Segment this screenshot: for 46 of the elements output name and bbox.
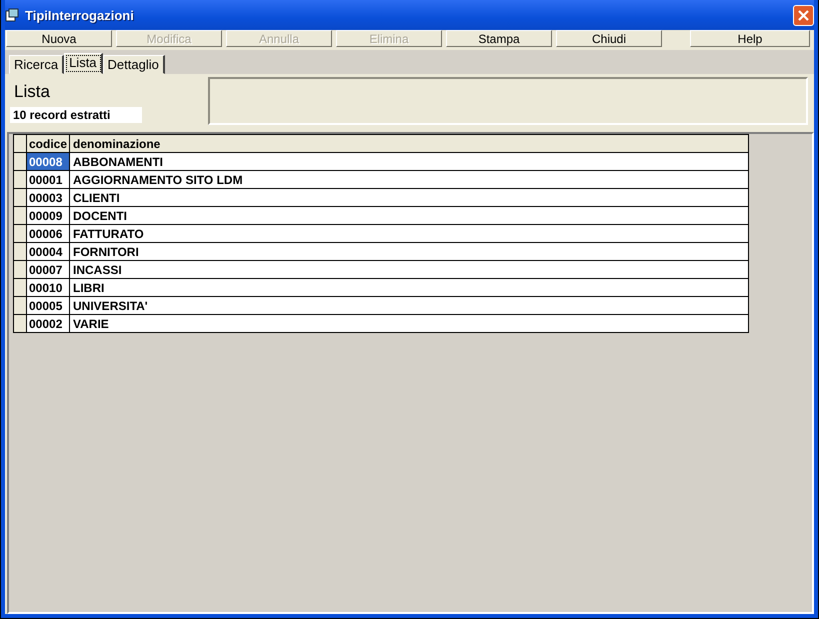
record-count: 10 record estratti	[10, 107, 142, 123]
table-cell[interactable]: 00007	[26, 260, 70, 278]
table-cell[interactable]: ABBONAMENTI	[70, 152, 748, 170]
row-selector[interactable]	[14, 260, 26, 278]
row-selector[interactable]	[14, 296, 26, 314]
table-cell[interactable]: INCASSI	[70, 260, 748, 278]
table-cell[interactable]: AGGIORNAMENTO SITO LDM	[70, 170, 748, 188]
table-cell[interactable]: 00001	[26, 170, 70, 188]
toolbar-button[interactable]: Chiudi	[556, 30, 662, 47]
close-icon	[797, 8, 810, 22]
row-selector[interactable]	[14, 224, 26, 242]
column-header[interactable]: codice	[26, 134, 70, 152]
table-cell[interactable]: UNIVERSITA'	[70, 296, 748, 314]
row-selector[interactable]	[14, 206, 26, 224]
row-selector[interactable]	[14, 170, 26, 188]
table-cell[interactable]: 00004	[26, 242, 70, 260]
tab[interactable]: Ricerca	[9, 55, 64, 74]
table-cell[interactable]: 00002	[26, 314, 70, 332]
table-cell[interactable]: 00005	[26, 296, 70, 314]
table-cell[interactable]: VARIE	[70, 314, 748, 332]
row-selector[interactable]	[14, 278, 26, 296]
toolbar-button[interactable]: Help	[690, 30, 810, 47]
window-icon	[5, 8, 19, 22]
row-selector[interactable]	[14, 242, 26, 260]
panel-title: Lista	[14, 82, 51, 102]
table-cell[interactable]: DOCENTI	[70, 206, 748, 224]
close-button[interactable]	[793, 4, 814, 26]
row-header	[14, 134, 26, 152]
table-cell[interactable]: FATTURATO	[70, 224, 748, 242]
toolbar-button[interactable]: Stampa	[446, 30, 552, 47]
window-title: TipiInterrogazioni	[25, 8, 135, 22]
table-cell[interactable]: CLIENTI	[70, 188, 748, 206]
table-cell[interactable]: 00006	[26, 224, 70, 242]
row-selector[interactable]	[14, 314, 26, 332]
tab[interactable]: Dettaglio	[102, 55, 165, 74]
column-header[interactable]: denominazione	[70, 134, 748, 152]
table-cell[interactable]: 00010	[26, 278, 70, 296]
tab[interactable]: Lista	[64, 53, 103, 74]
table-cell[interactable]: 00008	[26, 152, 70, 170]
table-cell[interactable]: LIBRI	[70, 278, 748, 296]
row-selector[interactable]	[14, 188, 26, 206]
table-cell[interactable]: 00009	[26, 206, 70, 224]
table-cell[interactable]: 00003	[26, 188, 70, 206]
row-selector[interactable]	[14, 152, 26, 170]
table-cell[interactable]: FORNITORI	[70, 242, 748, 260]
toolbar-button[interactable]: Nuova	[6, 30, 112, 47]
